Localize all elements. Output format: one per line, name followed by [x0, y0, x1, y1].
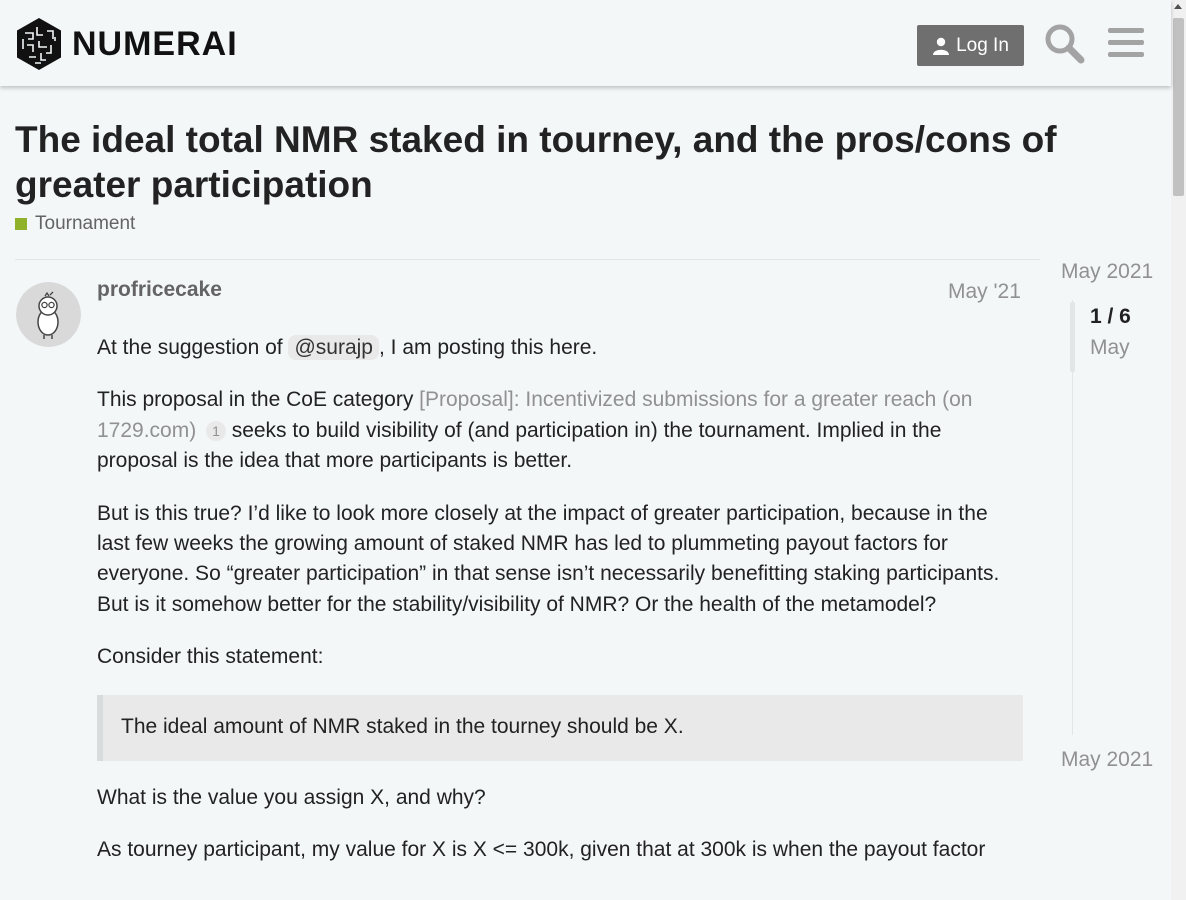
- blockquote: The ideal amount of NMR staked in the to…: [97, 694, 1023, 761]
- user-icon: [933, 37, 950, 55]
- post-date[interactable]: May '21: [948, 280, 1021, 304]
- post-body: At the suggestion of @surajp, I am posti…: [97, 333, 1023, 887]
- paragraph-text: At the suggestion of: [97, 336, 289, 359]
- category-color-square: [15, 218, 27, 230]
- brand-name: NUMERAI: [72, 25, 238, 63]
- scroll-up-arrow-icon[interactable]: [1174, 4, 1182, 9]
- link-click-count: 1: [206, 421, 226, 442]
- search-icon[interactable]: [1043, 22, 1085, 64]
- timeline-start-date[interactable]: May 2021: [1061, 260, 1153, 284]
- timeline-end-date[interactable]: May 2021: [1061, 748, 1153, 772]
- log-in-button[interactable]: Log In: [917, 25, 1024, 66]
- hamburger-menu-icon[interactable]: [1105, 22, 1147, 64]
- log-in-label: Log In: [956, 34, 1009, 56]
- paragraph-text: , I am posting this here.: [378, 336, 598, 359]
- topic-title[interactable]: The ideal total NMR staked in tourney, a…: [15, 117, 1065, 207]
- post-username[interactable]: profricecake: [97, 278, 222, 302]
- post-paragraph: Consider this statement:: [97, 645, 324, 669]
- category-badge[interactable]: Tournament: [15, 213, 135, 235]
- post-paragraph: As tourney participant, my value for X i…: [97, 838, 986, 862]
- site-logo[interactable]: NUMERAI: [15, 17, 238, 71]
- post-paragraph: What is the value you assign X, and why?: [97, 785, 486, 809]
- paragraph-text: This proposal in the CoE category: [97, 388, 420, 412]
- numerai-logo-icon: [17, 18, 61, 70]
- post-paragraph: This proposal in the CoE category [Propo…: [97, 385, 1023, 476]
- topic-divider: [15, 259, 1040, 260]
- page-scrollbar[interactable]: [1171, 0, 1186, 900]
- post-paragraph: But is this true? I’d like to look more …: [97, 501, 1000, 616]
- scrollbar-thumb[interactable]: [1173, 18, 1184, 196]
- category-name: Tournament: [35, 213, 136, 234]
- post-paragraph: At the suggestion of @surajp, I am posti…: [97, 333, 1023, 363]
- timeline-handle[interactable]: [1070, 302, 1075, 372]
- user-mention[interactable]: @surajp: [288, 335, 379, 360]
- timeline-post-position: 1 / 6: [1090, 305, 1131, 328]
- timeline-current-date: May: [1090, 336, 1130, 359]
- site-header: NUMERAI Log In: [0, 0, 1171, 86]
- user-avatar[interactable]: [16, 282, 81, 347]
